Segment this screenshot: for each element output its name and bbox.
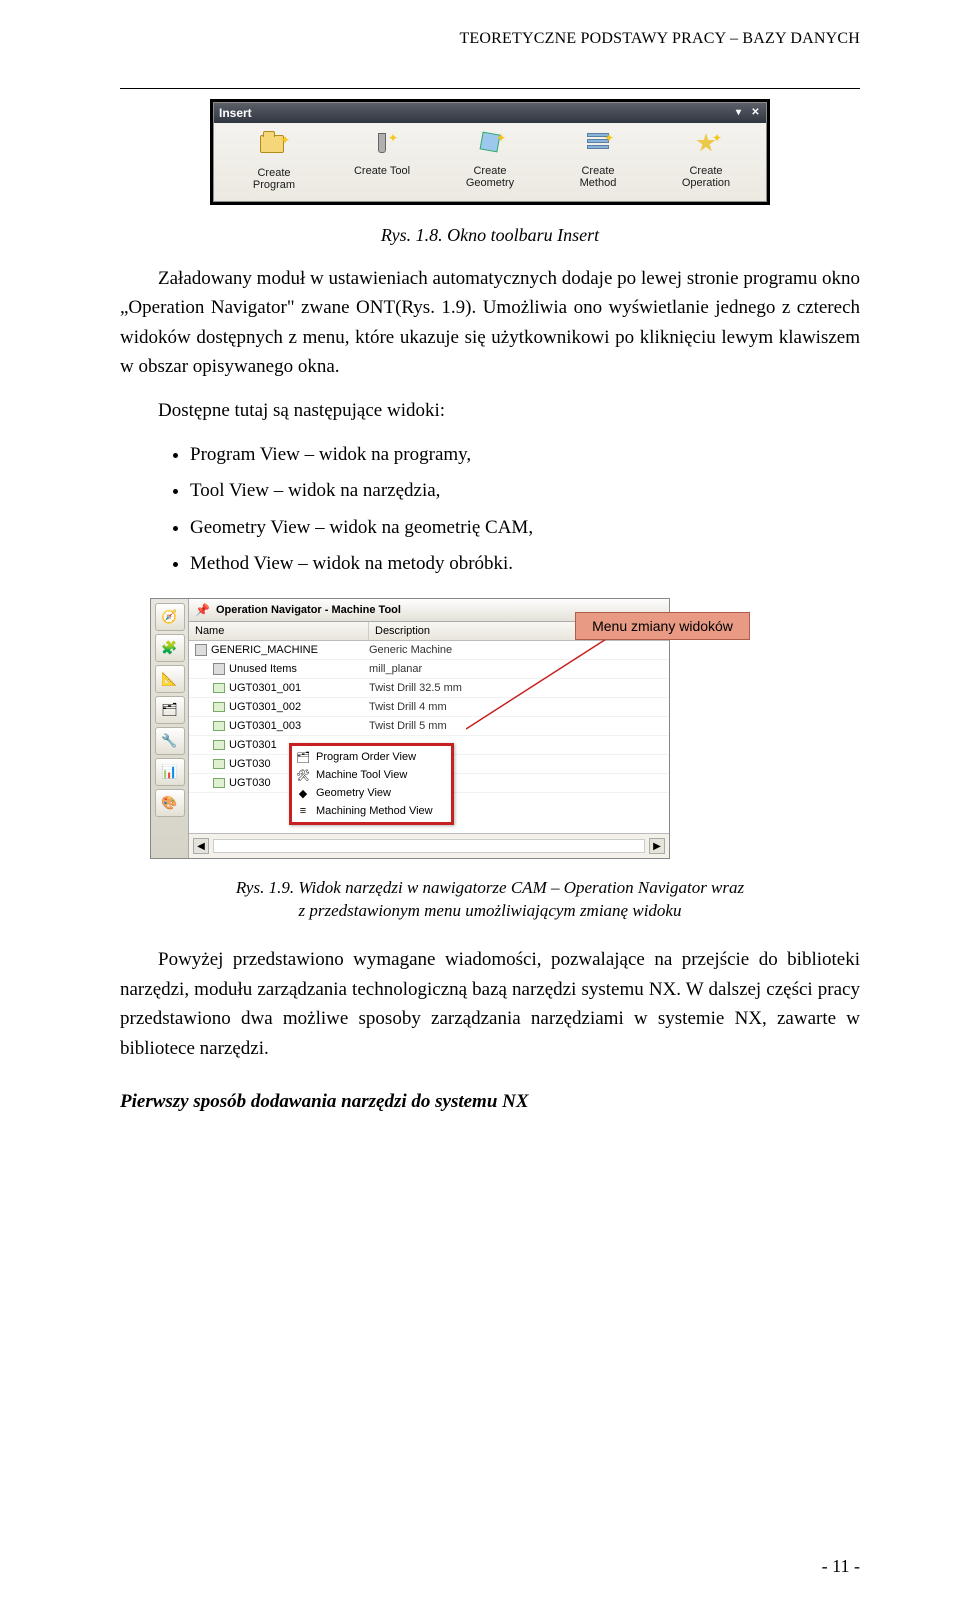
machining-method-icon: ≡ bbox=[296, 804, 310, 818]
side-tab-4: 🗂 bbox=[155, 696, 185, 724]
row-name-text: GENERIC_MACHINE bbox=[211, 644, 318, 656]
create-method-label-2: Method bbox=[551, 177, 646, 189]
row-name-text: Unused Items bbox=[229, 663, 297, 675]
sparkle-icon: ✦ bbox=[496, 131, 506, 145]
row-desc-text: Generic Machine bbox=[369, 644, 669, 656]
scroll-right-icon: ▶ bbox=[649, 838, 665, 854]
tree-row: UGT0301_001 Twist Drill 32.5 mm bbox=[189, 679, 669, 698]
caption-2-line-2: z przedstawionym menu umożliwiającym zmi… bbox=[299, 901, 682, 920]
toolbar-title-text: Insert bbox=[219, 106, 252, 120]
list-item: Geometry View – widok na geometrię CAM, bbox=[190, 512, 860, 544]
operation-navigator-figure: Menu zmiany widoków 🧭 🧩 📐 🗂 🔧 📊 🎨 📌 Oper… bbox=[150, 598, 670, 859]
figure-caption-1: Rys. 1.8. Okno toolbaru Insert bbox=[120, 225, 860, 246]
unused-icon bbox=[213, 663, 225, 675]
minimize-icon: ▾ bbox=[733, 108, 744, 119]
figure-caption-2: Rys. 1.9. Widok narzędzi w nawigatorze C… bbox=[120, 877, 860, 923]
page-number: - 11 - bbox=[822, 1556, 860, 1577]
tree-row: GENERIC_MACHINE Generic Machine bbox=[189, 641, 669, 660]
col-name-header: Name bbox=[189, 622, 369, 640]
machine-tool-icon: 🛠 bbox=[296, 768, 310, 782]
row-name-text: UGT0301_001 bbox=[229, 682, 301, 694]
create-operation-label-1: Create bbox=[659, 165, 754, 177]
context-menu-label: Geometry View bbox=[316, 787, 391, 799]
context-menu-label: Machine Tool View bbox=[316, 769, 407, 781]
row-desc-text: mill_planar bbox=[369, 663, 669, 675]
create-geometry-button: ✦ Create Geometry bbox=[443, 129, 538, 191]
list-item: Program View – widok na programy, bbox=[190, 439, 860, 471]
scroll-left-icon: ◀ bbox=[193, 838, 209, 854]
tool-icon bbox=[378, 133, 386, 153]
context-menu-label: Program Order View bbox=[316, 751, 416, 763]
sparkle-icon: ✦ bbox=[388, 131, 398, 145]
side-tab-2: 🧩 bbox=[155, 634, 185, 662]
view-list: Program View – widok na programy, Tool V… bbox=[120, 439, 860, 580]
header-rule bbox=[120, 88, 860, 89]
tree-row: UGT0301_003 Twist Drill 5 mm bbox=[189, 717, 669, 736]
side-tab-3: 📐 bbox=[155, 665, 185, 693]
tree-row: UGT0301_002 Twist Drill 4 mm bbox=[189, 698, 669, 717]
row-name-text: UGT030 bbox=[229, 758, 271, 770]
geometry-view-icon: ◆ bbox=[296, 786, 310, 800]
sparkle-icon: ✦ bbox=[604, 131, 614, 145]
create-program-label-1: Create bbox=[227, 167, 322, 179]
paragraph-3: Powyżej przedstawiono wymagane wiadomośc… bbox=[120, 945, 860, 1063]
nav-tree: GENERIC_MACHINE Generic Machine Unused I… bbox=[189, 641, 669, 833]
row-desc-text: Twist Drill 5 mm bbox=[369, 720, 669, 732]
nav-side-tabs: 🧭 🧩 📐 🗂 🔧 📊 🎨 bbox=[151, 599, 189, 858]
annotation-callout: Menu zmiany widoków bbox=[575, 612, 750, 640]
create-geometry-label-1: Create bbox=[443, 165, 538, 177]
side-tab-1: 🧭 bbox=[155, 603, 185, 631]
create-tool-button: ✦ Create Tool bbox=[335, 129, 430, 191]
create-tool-label-1: Create Tool bbox=[335, 165, 430, 177]
row-desc-text: Twist Drill 4 mm bbox=[369, 701, 669, 713]
paragraph-2: Dostępne tutaj są następujące widoki: bbox=[120, 396, 860, 425]
pin-icon: 📌 bbox=[195, 603, 210, 617]
subheading: Pierwszy sposób dodawania narzędzi do sy… bbox=[120, 1091, 860, 1113]
context-menu-label: Machining Method View bbox=[316, 805, 433, 817]
tree-row: Unused Items mill_planar bbox=[189, 660, 669, 679]
tool-icon bbox=[213, 759, 225, 769]
row-name-text: UGT0301 bbox=[229, 739, 277, 751]
side-tab-7: 🎨 bbox=[155, 789, 185, 817]
create-program-button: ✦ Create Program bbox=[227, 129, 322, 191]
context-menu-item: ◆ Geometry View bbox=[292, 784, 451, 802]
create-method-button: ✦ Create Method bbox=[551, 129, 646, 191]
sparkle-icon: ✦ bbox=[280, 133, 290, 147]
nav-scrollbar: ◀ ▶ bbox=[189, 833, 669, 858]
list-item: Method View – widok na metody obróbki. bbox=[190, 548, 860, 580]
caption-2-line-1: Rys. 1.9. Widok narzędzi w nawigatorze C… bbox=[236, 878, 744, 897]
side-tab-6: 📊 bbox=[155, 758, 185, 786]
tool-icon bbox=[213, 683, 225, 693]
row-desc-text: Twist Drill 32.5 mm bbox=[369, 682, 669, 694]
create-operation-button: ✦ Create Operation bbox=[659, 129, 754, 191]
running-header: TEORETYCZNE PODSTAWY PRACY – BAZY DANYCH bbox=[120, 30, 860, 48]
create-method-label-1: Create bbox=[551, 165, 646, 177]
row-name-text: UGT030 bbox=[229, 777, 271, 789]
list-item: Tool View – widok na narzędzia, bbox=[190, 475, 860, 507]
row-name-text: UGT0301_003 bbox=[229, 720, 301, 732]
program-order-icon: 🗂 bbox=[296, 750, 310, 764]
sparkle-icon: ✦ bbox=[712, 131, 722, 145]
tool-icon bbox=[213, 721, 225, 731]
create-geometry-label-2: Geometry bbox=[443, 177, 538, 189]
scroll-track bbox=[213, 839, 645, 853]
machine-icon bbox=[195, 644, 207, 656]
close-icon: ✕ bbox=[750, 108, 761, 119]
context-menu-item: 🗂 Program Order View bbox=[292, 748, 451, 766]
tool-icon bbox=[213, 702, 225, 712]
row-name-text: UGT0301_002 bbox=[229, 701, 301, 713]
toolbar-titlebar: Insert ▾ ✕ bbox=[214, 103, 766, 123]
create-operation-label-2: Operation bbox=[659, 177, 754, 189]
view-context-menu: 🗂 Program Order View 🛠 Machine Tool View ◆… bbox=[289, 743, 454, 825]
insert-toolbar-figure: Insert ▾ ✕ ✦ Create Program ✦ Create Too… bbox=[210, 99, 770, 205]
paragraph-1: Załadowany moduł w ustawieniach automaty… bbox=[120, 264, 860, 382]
side-tab-5: 🔧 bbox=[155, 727, 185, 755]
tool-icon bbox=[213, 778, 225, 788]
create-program-label-2: Program bbox=[227, 179, 322, 191]
nav-panel-title-text: Operation Navigator - Machine Tool bbox=[216, 604, 401, 616]
tool-icon bbox=[213, 740, 225, 750]
context-menu-item: 🛠 Machine Tool View bbox=[292, 766, 451, 784]
context-menu-item: ≡ Machining Method View bbox=[292, 802, 451, 820]
